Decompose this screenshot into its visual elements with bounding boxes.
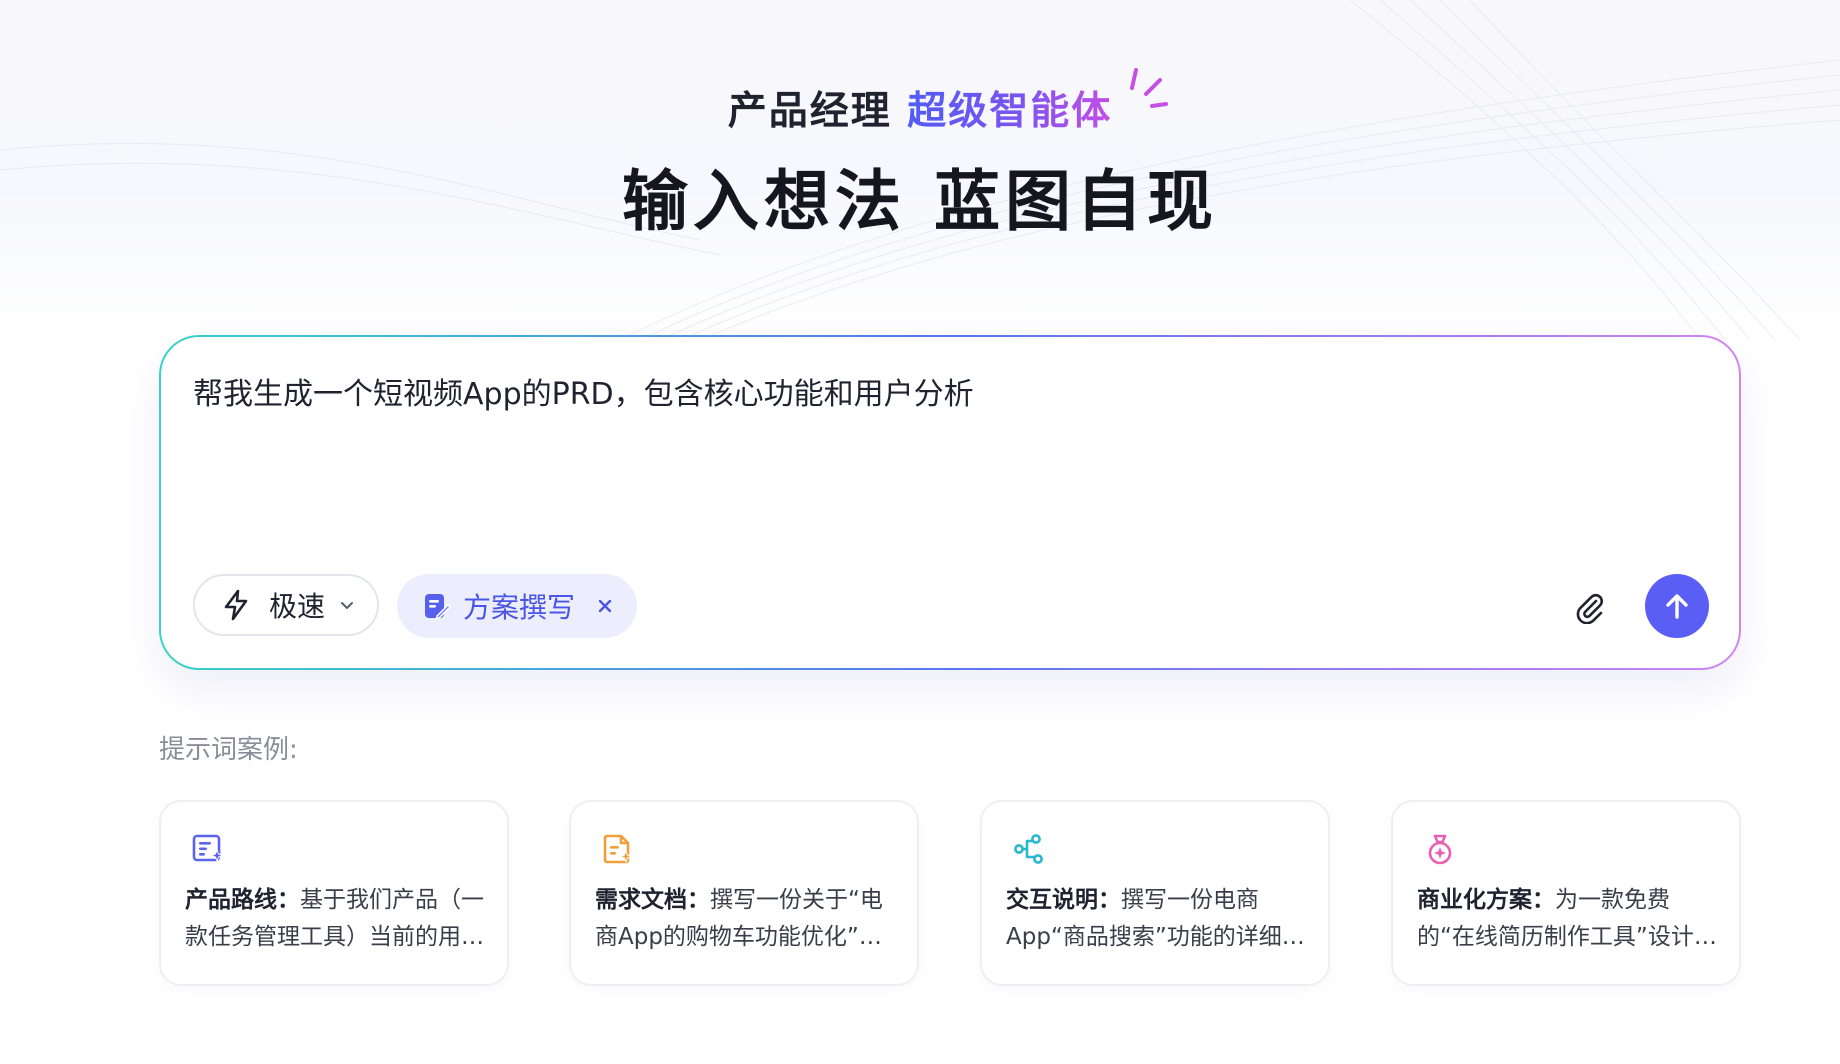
- example-card-text: 商业化方案：为一款免费的“在线简历制作工具”设计商业化方案: [1417, 887, 1717, 950]
- prompt-input-area[interactable]: 帮我生成一个短视频App的PRD，包含核心功能和用户分析 极速 方案撰写: [161, 337, 1739, 668]
- chevron-down-icon: [341, 602, 354, 609]
- example-card-text: 产品路线：基于我们产品（一款任务管理工具）当前的用户反馈和市场竞争情况，制定产品…: [185, 887, 484, 950]
- example-cards: 产品路线：基于我们产品（一款任务管理工具）当前的用户反馈和市场竞争情况，制定产品…: [159, 800, 1741, 986]
- example-card-monetization[interactable]: 商业化方案：为一款免费的“在线简历制作工具”设计商业化方案: [1391, 800, 1741, 986]
- mode-tag-label: 方案撰写: [463, 591, 576, 624]
- close-icon: [598, 599, 612, 613]
- example-card-text: 交互说明：撰写一份电商App“商品搜索”功能的详细交互说明: [1006, 887, 1305, 950]
- hero-subtitle: 产品经理 超级智能体: [0, 88, 1840, 136]
- example-card-requirements[interactable]: 需求文档：撰写一份关于“电商App的购物车功能优化”的需求文档: [569, 800, 919, 986]
- document-edit-icon: [425, 594, 451, 620]
- prompt-input[interactable]: 帮我生成一个短视频App的PRD，包含核心功能和用户分析: [193, 373, 974, 417]
- hero-title: 输入想法 蓝图自现: [622, 163, 1218, 240]
- paperclip-icon: [1576, 593, 1603, 624]
- remove-tag-button[interactable]: [597, 598, 613, 614]
- arrow-up-icon: [1666, 594, 1688, 619]
- mode-tag-chip[interactable]: 方案撰写: [397, 574, 637, 638]
- lightning-icon: [224, 589, 248, 621]
- hero-section: 产品经理 超级智能体 输入想法 蓝图自现: [0, 0, 1840, 300]
- prompt-input-card: 帮我生成一个短视频App的PRD，包含核心功能和用户分析 极速 方案撰写: [159, 335, 1741, 670]
- send-button[interactable]: [1645, 574, 1709, 638]
- document-icon: [603, 834, 633, 864]
- flow-icon: [1014, 834, 1043, 864]
- speed-mode-label: 极速: [269, 590, 326, 623]
- example-card-interaction[interactable]: 交互说明：撰写一份电商App“商品搜索”功能的详细交互说明: [980, 800, 1330, 986]
- roadmap-icon: [192, 834, 224, 863]
- hero-subtitle-plain: 产品经理: [727, 89, 892, 134]
- example-card-roadmap[interactable]: 产品路线：基于我们产品（一款任务管理工具）当前的用户反馈和市场竞争情况，制定产品…: [159, 800, 509, 986]
- hero-subtitle-highlight: 超级智能体: [907, 89, 1113, 134]
- examples-heading: 提示词案例:: [159, 735, 298, 765]
- sparkle-icon: [1130, 68, 1168, 108]
- attach-file-button[interactable]: [1569, 587, 1609, 627]
- moneybag-icon: [1428, 834, 1452, 865]
- speed-mode-dropdown[interactable]: 极速: [193, 574, 379, 636]
- example-card-text: 需求文档：撰写一份关于“电商App的购物车功能优化”的需求文档: [595, 887, 883, 950]
